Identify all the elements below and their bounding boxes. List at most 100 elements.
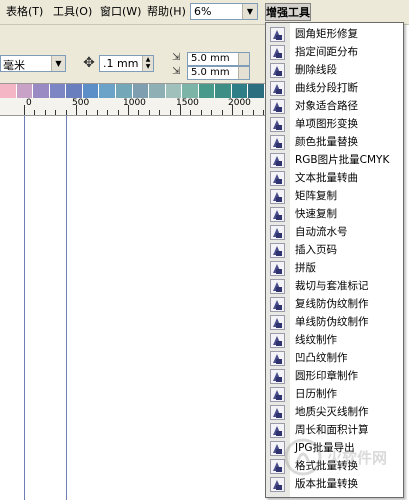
ruler-tick	[148, 110, 150, 115]
color-swatch[interactable]	[49, 84, 67, 98]
menu-window[interactable]: 窗口(W)	[98, 4, 143, 20]
macro-tool-icon	[270, 45, 285, 60]
menu-item-enhance-20[interactable]: 日历制作	[266, 385, 403, 403]
color-swatch[interactable]	[99, 84, 116, 98]
menu-item-enhance-11[interactable]: 自动流水号	[266, 223, 403, 241]
menu-item-enhance-9[interactable]: 矩阵复制	[266, 187, 403, 205]
chevron-down-icon[interactable]: ▼	[51, 56, 65, 71]
menu-item-label: 单项图形变换	[295, 118, 358, 130]
ruler-tick	[232, 105, 233, 115]
color-swatch[interactable]	[132, 84, 150, 98]
horizontal-ruler[interactable]: 0 500 1000 1500 2000	[0, 98, 285, 116]
menu-item-enhance-10[interactable]: 快速复制	[266, 205, 403, 223]
menu-item-enhance-4[interactable]: 对象适合路径	[266, 97, 403, 115]
menu-item-label: 拼版	[295, 262, 316, 274]
menu-tools[interactable]: 工具(O)	[51, 4, 94, 20]
drawing-canvas[interactable]	[0, 116, 265, 500]
ruler-tick	[117, 110, 119, 115]
color-swatch[interactable]	[115, 84, 133, 98]
macro-tool-icon	[270, 189, 285, 204]
menu-item-label: 圆形印章制作	[295, 370, 358, 382]
color-swatch[interactable]	[165, 84, 183, 98]
macro-tool-icon	[270, 477, 285, 492]
menu-help[interactable]: 帮助(H)	[145, 4, 188, 20]
menu-item-label: 删除线段	[295, 64, 337, 76]
menu-item-label: 自动流水号	[295, 226, 348, 238]
duplicate-y-input[interactable]: 5.0 mm	[187, 66, 250, 80]
spinner-icon[interactable]	[238, 53, 249, 65]
color-swatch[interactable]	[33, 84, 50, 98]
menu-table[interactable]: 表格(T)	[4, 4, 45, 20]
menu-item-enhance-19[interactable]: 圆形印章制作	[266, 367, 403, 385]
color-swatch[interactable]	[215, 84, 232, 98]
ruler-tick	[76, 105, 77, 115]
duplicate-x-icon: ⇲	[172, 52, 181, 63]
ruler-tick	[34, 110, 36, 115]
menu-item-label: 复线防伪纹制作	[295, 298, 369, 310]
ruler-tick	[242, 110, 244, 115]
menu-item-enhance-1[interactable]: 指定间距分布	[266, 43, 403, 61]
color-swatch[interactable]	[66, 84, 83, 98]
color-swatch[interactable]	[82, 84, 100, 98]
chevron-down-icon[interactable]: ▼	[242, 4, 257, 19]
unit-select[interactable]: 毫米 ▼	[0, 55, 66, 72]
menu-item-enhance-14[interactable]: 裁切与套准标记	[266, 277, 403, 295]
menu-item-label: 裁切与套准标记	[295, 280, 369, 292]
ruler-tick	[55, 110, 57, 115]
nudge-distance-input[interactable]: .1 mm ▲ ▼	[99, 55, 154, 72]
menu-item-enhance-23[interactable]: JPG批量导出	[266, 439, 403, 457]
ruler-tick	[211, 110, 213, 115]
menu-item-enhance-16[interactable]: 单线防伪纹制作	[266, 313, 403, 331]
macro-tool-icon	[270, 279, 285, 294]
menu-item-enhance-22[interactable]: 周长和面积计算	[266, 421, 403, 439]
menu-item-enhance-17[interactable]: 线纹制作	[266, 331, 403, 349]
menu-item-label: JPG批量导出	[295, 442, 355, 454]
menu-item-enhance-7[interactable]: RGB图片批量CMYK	[266, 151, 403, 169]
ruler-tick	[221, 110, 223, 115]
ruler-tick	[159, 110, 161, 115]
ruler-tick	[65, 110, 67, 115]
ruler-tick	[128, 105, 129, 115]
page-border-line	[66, 116, 67, 500]
menu-enhance-tools[interactable]: 增强工具	[265, 3, 311, 21]
color-swatch[interactable]	[0, 84, 17, 98]
macro-tool-icon	[270, 405, 285, 420]
menu-item-enhance-2[interactable]: 删除线段	[266, 61, 403, 79]
color-swatch[interactable]	[16, 84, 34, 98]
spinner-icon[interactable]	[238, 67, 249, 79]
menu-item-enhance-5[interactable]: 单项图形变换	[266, 115, 403, 133]
menu-item-enhance-6[interactable]: 颜色批量替换	[266, 133, 403, 151]
macro-tool-icon	[270, 423, 285, 438]
enhance-tools-dropdown: 圆角矩形修复指定间距分布删除线段曲线分段打断 对象适合路径单项图形变换 颜色批量替换…	[265, 22, 404, 498]
color-swatch[interactable]	[248, 84, 265, 98]
menu-item-enhance-25[interactable]: 版本批量转换	[266, 475, 403, 493]
macro-tool-icon	[270, 63, 285, 78]
color-swatch[interactable]	[182, 84, 199, 98]
duplicate-x-input[interactable]: 5.0 mm	[187, 52, 250, 66]
menu-item-label: 圆角矩形修复	[295, 28, 358, 40]
menu-item-enhance-24[interactable]: 格式批量转换	[266, 457, 403, 475]
color-swatch[interactable]	[198, 84, 216, 98]
menu-item-enhance-13[interactable]: 拼版	[266, 259, 403, 277]
color-swatch[interactable]	[231, 84, 249, 98]
spinner-icon[interactable]: ▲ ▼	[142, 56, 153, 71]
menu-item-enhance-8[interactable]: 文本批量转曲	[266, 169, 403, 187]
menu-item-label: 颜色批量替换	[295, 136, 358, 148]
menu-item-enhance-21[interactable]: 地质尖灭线制作	[266, 403, 403, 421]
macro-tool-icon	[270, 387, 285, 402]
menu-item-enhance-15[interactable]: 复线防伪纹制作	[266, 295, 403, 313]
menu-item-label: 快速复制	[295, 208, 337, 220]
menu-item-enhance-12[interactable]: 插入页码	[266, 241, 403, 259]
ruler-tick	[96, 110, 98, 115]
ruler-tick	[169, 110, 171, 115]
menu-item-enhance-3[interactable]: 曲线分段打断	[266, 79, 403, 97]
menu-item-enhance-0[interactable]: 圆角矩形修复	[266, 25, 403, 43]
macro-tool-icon	[270, 369, 285, 384]
menu-item-label: RGB图片批量CMYK	[295, 154, 390, 166]
menu-item-label: 周长和面积计算	[295, 424, 369, 436]
color-swatch[interactable]	[149, 84, 166, 98]
zoom-level-select[interactable]: 6% ▼	[190, 3, 258, 20]
menu-item-enhance-18[interactable]: 凹凸纹制作	[266, 349, 403, 367]
unit-value: 毫米	[3, 59, 25, 72]
ruler-tick	[190, 110, 192, 115]
